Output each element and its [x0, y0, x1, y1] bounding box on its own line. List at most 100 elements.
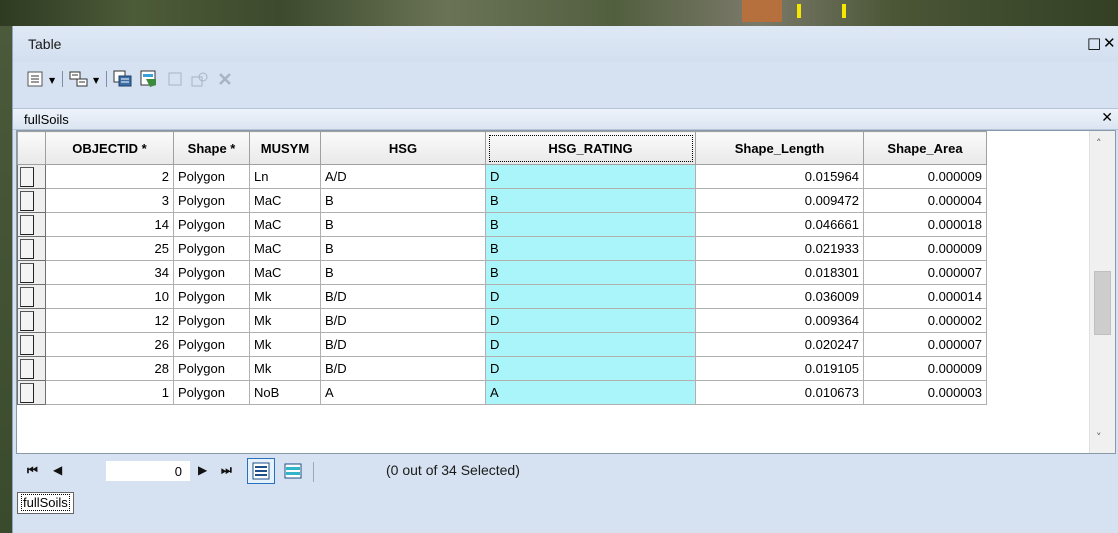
table-cell[interactable]: A/D — [320, 164, 486, 189]
table-cell[interactable]: 3 — [45, 188, 174, 213]
table-cell[interactable]: Mk — [249, 356, 321, 381]
table-row[interactable]: 1 Polygon NoB A A 0.010673 0.000003 — [17, 380, 987, 405]
table-cell[interactable]: Polygon — [173, 284, 250, 309]
vertical-scrollbar[interactable]: ˄ ˅ — [1089, 131, 1115, 453]
table-cell[interactable]: D — [485, 284, 696, 309]
restore-icon[interactable]: □ — [1087, 34, 1101, 52]
table-cell[interactable]: 0.000007 — [863, 260, 987, 285]
row-selector[interactable] — [17, 164, 46, 189]
table-cell[interactable]: 0.009472 — [695, 188, 864, 213]
table-cell[interactable]: 1 — [45, 380, 174, 405]
table-cell[interactable]: 0.000003 — [863, 380, 987, 405]
table-cell[interactable]: 0.000004 — [863, 188, 987, 213]
table-cell[interactable]: D — [485, 164, 696, 189]
table-cell[interactable]: Polygon — [173, 332, 250, 357]
chevron-down-icon[interactable]: ▼ — [49, 76, 55, 85]
table-cell[interactable]: 0.000002 — [863, 308, 987, 333]
table-cell[interactable]: B — [485, 188, 696, 213]
table-cell[interactable]: 0.000014 — [863, 284, 987, 309]
table-row[interactable]: 2 Polygon Ln A/D D 0.015964 0.000009 — [17, 164, 987, 189]
table-cell[interactable]: Polygon — [173, 260, 250, 285]
table-cell[interactable]: Mk — [249, 284, 321, 309]
show-all-records-button[interactable] — [247, 458, 275, 484]
table-cell[interactable]: 0.015964 — [695, 164, 864, 189]
row-selector[interactable] — [17, 380, 46, 405]
switch-selection-icon[interactable] — [139, 69, 161, 89]
table-row[interactable]: 12 Polygon Mk B/D D 0.009364 0.000002 — [17, 308, 987, 333]
close-icon[interactable]: ✕ — [1103, 34, 1116, 52]
column-header[interactable]: Shape_Length — [695, 131, 864, 165]
column-header[interactable]: Shape * — [173, 131, 250, 165]
table-cell[interactable]: A — [320, 380, 486, 405]
row-selector[interactable] — [17, 212, 46, 237]
table-cell[interactable]: B — [320, 236, 486, 261]
table-cell[interactable]: B/D — [320, 332, 486, 357]
table-cell[interactable]: Polygon — [173, 212, 250, 237]
table-cell[interactable]: 0.018301 — [695, 260, 864, 285]
table-cell[interactable]: Polygon — [173, 356, 250, 381]
clear-selection-icon[interactable] — [164, 69, 186, 89]
title-bar[interactable]: Table □ ✕ — [13, 26, 1118, 62]
table-cell[interactable]: 0.000007 — [863, 332, 987, 357]
column-header-selected[interactable]: HSG_RATING — [485, 131, 696, 165]
table-cell[interactable]: Polygon — [173, 380, 250, 405]
table-cell[interactable]: MaC — [249, 260, 321, 285]
row-selector[interactable] — [17, 188, 46, 213]
first-record-icon[interactable]: ⏮ — [27, 463, 38, 478]
table-cell[interactable]: Polygon — [173, 188, 250, 213]
row-selector[interactable] — [17, 236, 46, 261]
table-cell[interactable]: Mk — [249, 308, 321, 333]
table-row[interactable]: 25 Polygon MaC B B 0.021933 0.000009 — [17, 236, 987, 261]
table-cell[interactable]: 0.019105 — [695, 356, 864, 381]
table-cell[interactable]: 0.036009 — [695, 284, 864, 309]
row-selector[interactable] — [17, 332, 46, 357]
table-cell[interactable]: D — [485, 356, 696, 381]
close-table-icon[interactable]: ✕ — [1101, 110, 1113, 126]
table-cell[interactable]: 25 — [45, 236, 174, 261]
current-record-field[interactable]: 0 — [105, 460, 191, 482]
table-cell[interactable]: 0.000009 — [863, 164, 987, 189]
show-selected-records-button[interactable] — [279, 458, 307, 484]
table-cell[interactable]: 0.000009 — [863, 356, 987, 381]
table-cell[interactable]: 12 — [45, 308, 174, 333]
table-cell[interactable]: B — [485, 212, 696, 237]
table-cell[interactable]: 0.046661 — [695, 212, 864, 237]
table-cell[interactable]: B — [320, 188, 486, 213]
previous-record-icon[interactable]: ◀ — [53, 463, 62, 477]
table-cell[interactable]: Polygon — [173, 164, 250, 189]
scrollbar-thumb[interactable] — [1094, 271, 1111, 335]
row-selector-header[interactable] — [17, 131, 46, 165]
next-record-icon[interactable]: ▶ — [198, 463, 207, 477]
table-cell[interactable]: 0.000018 — [863, 212, 987, 237]
table-cell[interactable]: 0.010673 — [695, 380, 864, 405]
select-by-attributes-icon[interactable] — [112, 69, 134, 89]
zoom-to-selected-icon[interactable] — [189, 69, 211, 89]
table-cell[interactable]: Polygon — [173, 236, 250, 261]
related-tables-icon[interactable] — [68, 69, 90, 89]
table-cell[interactable]: NoB — [249, 380, 321, 405]
table-cell[interactable]: A — [485, 380, 696, 405]
table-cell[interactable]: 0.000009 — [863, 236, 987, 261]
table-cell[interactable]: B/D — [320, 284, 486, 309]
column-header[interactable]: HSG — [320, 131, 486, 165]
table-row[interactable]: 14 Polygon MaC B B 0.046661 0.000018 — [17, 212, 987, 237]
table-cell[interactable]: B/D — [320, 308, 486, 333]
scroll-down-icon[interactable]: ˅ — [1096, 431, 1102, 444]
table-cell[interactable]: B — [485, 236, 696, 261]
row-selector[interactable] — [17, 308, 46, 333]
scroll-up-icon[interactable]: ˄ — [1096, 137, 1102, 150]
table-cell[interactable]: MaC — [249, 212, 321, 237]
table-cell[interactable]: D — [485, 332, 696, 357]
table-options-icon[interactable] — [26, 69, 44, 89]
last-record-icon[interactable]: ⏭ — [221, 463, 232, 478]
table-cell[interactable]: B — [320, 260, 486, 285]
table-row[interactable]: 26 Polygon Mk B/D D 0.020247 0.000007 — [17, 332, 987, 357]
column-header[interactable]: MUSYM — [249, 131, 321, 165]
table-cell[interactable]: 0.009364 — [695, 308, 864, 333]
table-cell[interactable]: Ln — [249, 164, 321, 189]
table-row[interactable]: 10 Polygon Mk B/D D 0.036009 0.000014 — [17, 284, 987, 309]
table-row[interactable]: 34 Polygon MaC B B 0.018301 0.000007 — [17, 260, 987, 285]
table-cell[interactable]: Mk — [249, 332, 321, 357]
table-row[interactable]: 3 Polygon MaC B B 0.009472 0.000004 — [17, 188, 987, 213]
table-cell[interactable]: 14 — [45, 212, 174, 237]
